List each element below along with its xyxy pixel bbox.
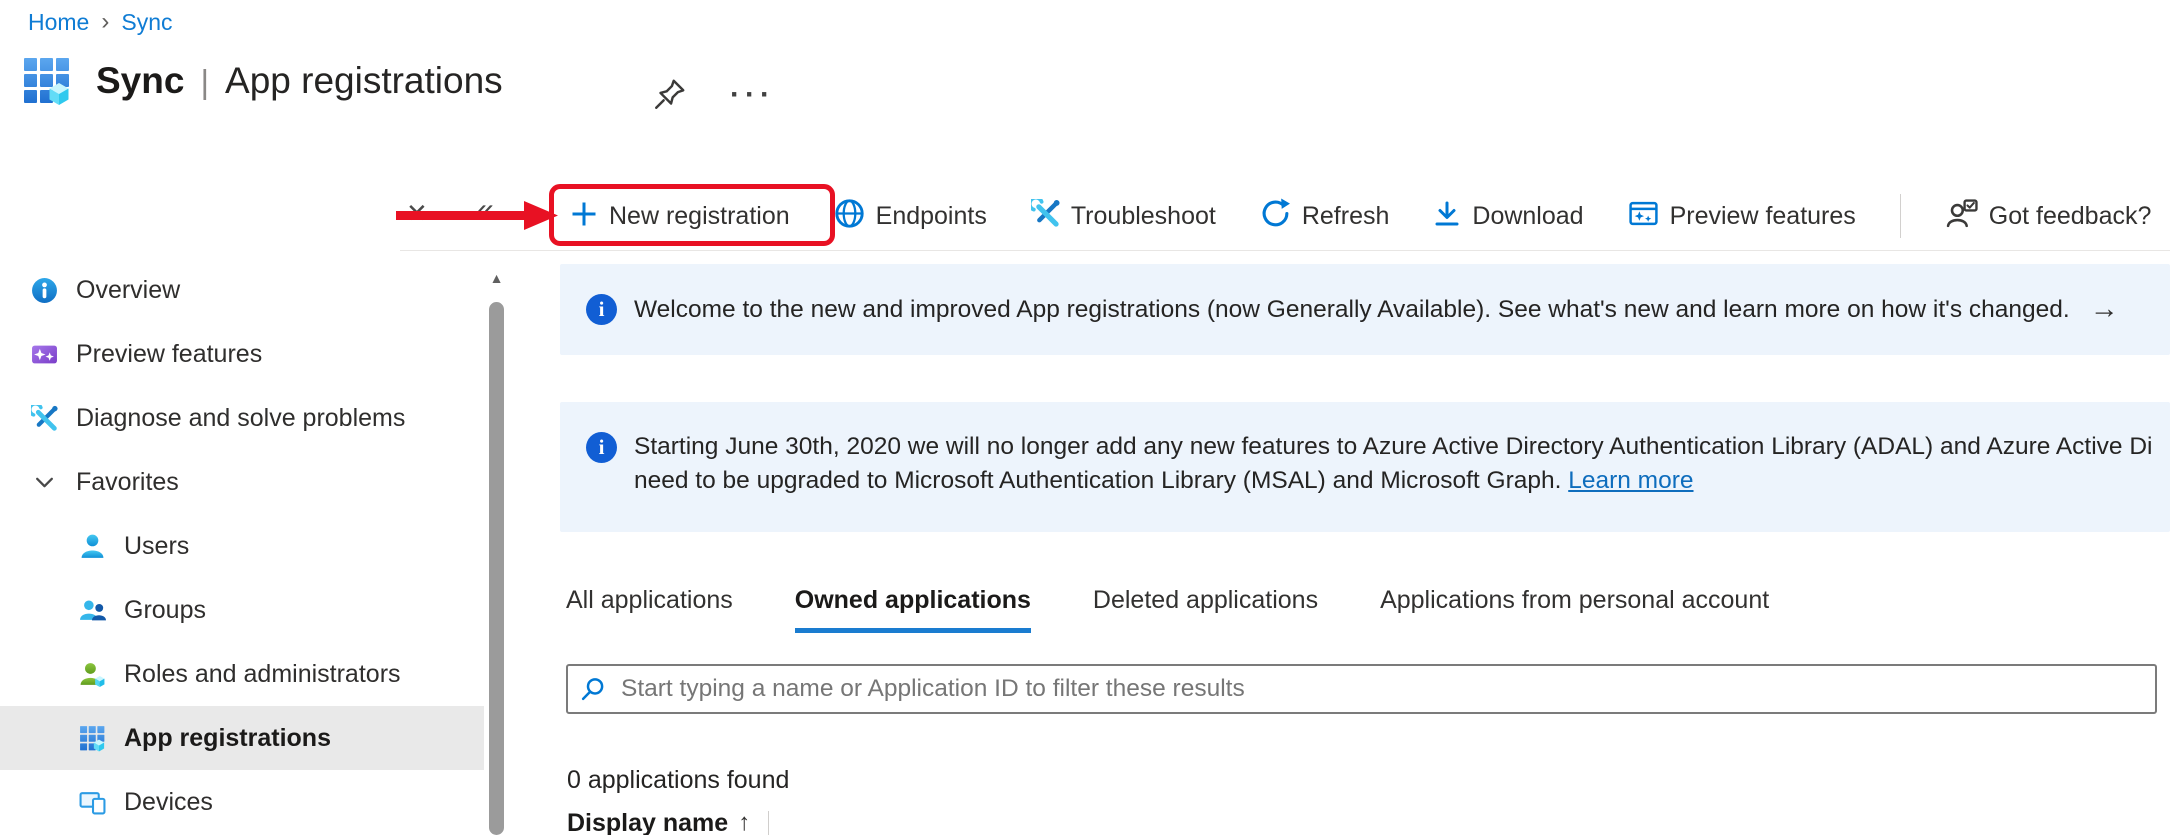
sidebar-group-label: Favorites [76, 468, 179, 497]
toolbar-divider [1900, 194, 1901, 238]
sidebar-item-label: Devices [124, 788, 213, 817]
preview-features-label: Preview features [1670, 202, 1856, 231]
page-title: Sync | App registrations [96, 60, 503, 102]
refresh-button[interactable]: Refresh [1260, 198, 1390, 234]
filter-search-box [566, 664, 2157, 714]
download-button[interactable]: Download [1433, 200, 1583, 233]
sidebar-item-diagnose[interactable]: Diagnose and solve problems [0, 386, 484, 450]
chevron-down-icon [30, 471, 58, 494]
arrow-right-icon[interactable]: → [2090, 293, 2119, 326]
sidebar-scrollbar: ▲ [487, 258, 506, 835]
tab-all-applications[interactable]: All applications [566, 586, 733, 633]
download-label: Download [1472, 202, 1583, 231]
sidebar-item-label: Groups [124, 596, 206, 625]
devices-icon [78, 789, 106, 816]
pin-icon[interactable] [652, 76, 688, 117]
command-bar-divider-line [400, 250, 2170, 251]
deprecation-banner-line2: need to be upgraded to Microsoft Authent… [634, 464, 2154, 498]
display-name-column-header[interactable]: Display name ↑ [567, 808, 769, 835]
roles-icon [78, 661, 106, 688]
got-feedback-label: Got feedback? [1989, 202, 2152, 231]
sidebar-item-label: Diagnose and solve problems [76, 404, 405, 433]
new-registration-button[interactable]: New registration [570, 200, 790, 233]
tab-owned-applications[interactable]: Owned applications [795, 586, 1031, 633]
download-icon [1433, 200, 1461, 233]
sort-ascending-icon: ↑ [738, 809, 750, 835]
sidebar-item-label: Overview [76, 276, 180, 305]
refresh-label: Refresh [1302, 202, 1390, 231]
blade-menu: Overview Preview features [0, 258, 506, 834]
close-icon[interactable]: ✕ [406, 198, 428, 229]
sidebar-item-label: App registrations [124, 724, 331, 753]
search-input[interactable] [619, 674, 2143, 704]
welcome-banner-text: Welcome to the new and improved App regi… [634, 296, 2070, 324]
breadcrumb-home-link[interactable]: Home [28, 9, 89, 36]
welcome-banner: i Welcome to the new and improved App re… [560, 264, 2170, 355]
blade-app-name: Sync [96, 60, 184, 102]
refresh-icon [1260, 198, 1291, 234]
breadcrumb-sync-link[interactable]: Sync [121, 9, 172, 36]
sidebar-item-overview[interactable]: Overview [0, 258, 484, 322]
preview-features-window-icon [1628, 198, 1659, 234]
application-tabs: All applications Owned applications Dele… [566, 586, 1769, 633]
troubleshoot-tools-icon [1031, 199, 1060, 233]
blade-page-name: App registrations [225, 60, 503, 102]
sidebar-item-groups[interactable]: Groups [0, 578, 484, 642]
app-registrations-icon [78, 725, 106, 752]
endpoints-label: Endpoints [876, 202, 987, 231]
group-icon [78, 597, 106, 624]
troubleshoot-button[interactable]: Troubleshoot [1031, 199, 1216, 233]
feedback-person-icon [1945, 197, 1978, 235]
deprecation-banner-line1: Starting June 30th, 2020 we will no long… [634, 430, 2154, 464]
troubleshoot-label: Troubleshoot [1071, 202, 1216, 231]
tab-deleted-applications[interactable]: Deleted applications [1093, 586, 1318, 633]
sidebar-item-users[interactable]: Users [0, 514, 484, 578]
title-separator: | [200, 63, 209, 101]
sparkles-icon [30, 341, 58, 368]
app-registrations-page: Home › Sync Sync | App registrations [0, 0, 2170, 835]
display-name-label: Display name [567, 808, 728, 835]
column-divider [768, 811, 769, 835]
deprecation-banner-line2-text: need to be upgraded to Microsoft Authent… [634, 467, 1568, 494]
collapse-menu-icon[interactable]: « [477, 193, 494, 227]
globe-icon [834, 198, 865, 234]
learn-more-link[interactable]: Learn more [1568, 467, 1693, 494]
sidebar-item-label: Users [124, 532, 189, 561]
plus-icon [570, 200, 598, 233]
search-icon [580, 676, 607, 703]
sidebar-item-devices[interactable]: Devices [0, 770, 484, 834]
info-icon: i [586, 432, 617, 463]
scrollbar-thumb[interactable] [489, 302, 504, 835]
preview-features-button[interactable]: Preview features [1628, 198, 1856, 234]
breadcrumb-separator: › [99, 8, 111, 36]
user-icon [78, 533, 106, 560]
endpoints-button[interactable]: Endpoints [834, 198, 987, 234]
more-actions-button[interactable]: ··· [730, 80, 775, 110]
info-icon: i [586, 294, 617, 325]
got-feedback-button[interactable]: Got feedback? [1945, 197, 2152, 235]
scrollbar-up-arrow[interactable]: ▲ [487, 270, 506, 286]
sidebar-group-favorites[interactable]: Favorites [0, 450, 484, 514]
command-bar: New registration Endpoints [570, 188, 2151, 244]
sidebar-item-preview-features[interactable]: Preview features [0, 322, 484, 386]
new-registration-label: New registration [609, 202, 790, 231]
breadcrumb: Home › Sync [28, 8, 173, 36]
sidebar-item-roles[interactable]: Roles and administrators [0, 642, 484, 706]
sidebar-item-label: Roles and administrators [124, 660, 401, 689]
adal-deprecation-banner: i Starting June 30th, 2020 we will no lo… [560, 402, 2170, 532]
info-icon [30, 277, 58, 304]
sidebar-item-label: Preview features [76, 340, 262, 369]
tools-icon [30, 405, 58, 432]
app-registrations-blade-icon [22, 56, 72, 111]
applications-count: 0 applications found [567, 766, 789, 795]
sidebar-item-app-registrations[interactable]: App registrations [0, 706, 484, 770]
tab-applications-personal-account[interactable]: Applications from personal account [1380, 586, 1769, 633]
